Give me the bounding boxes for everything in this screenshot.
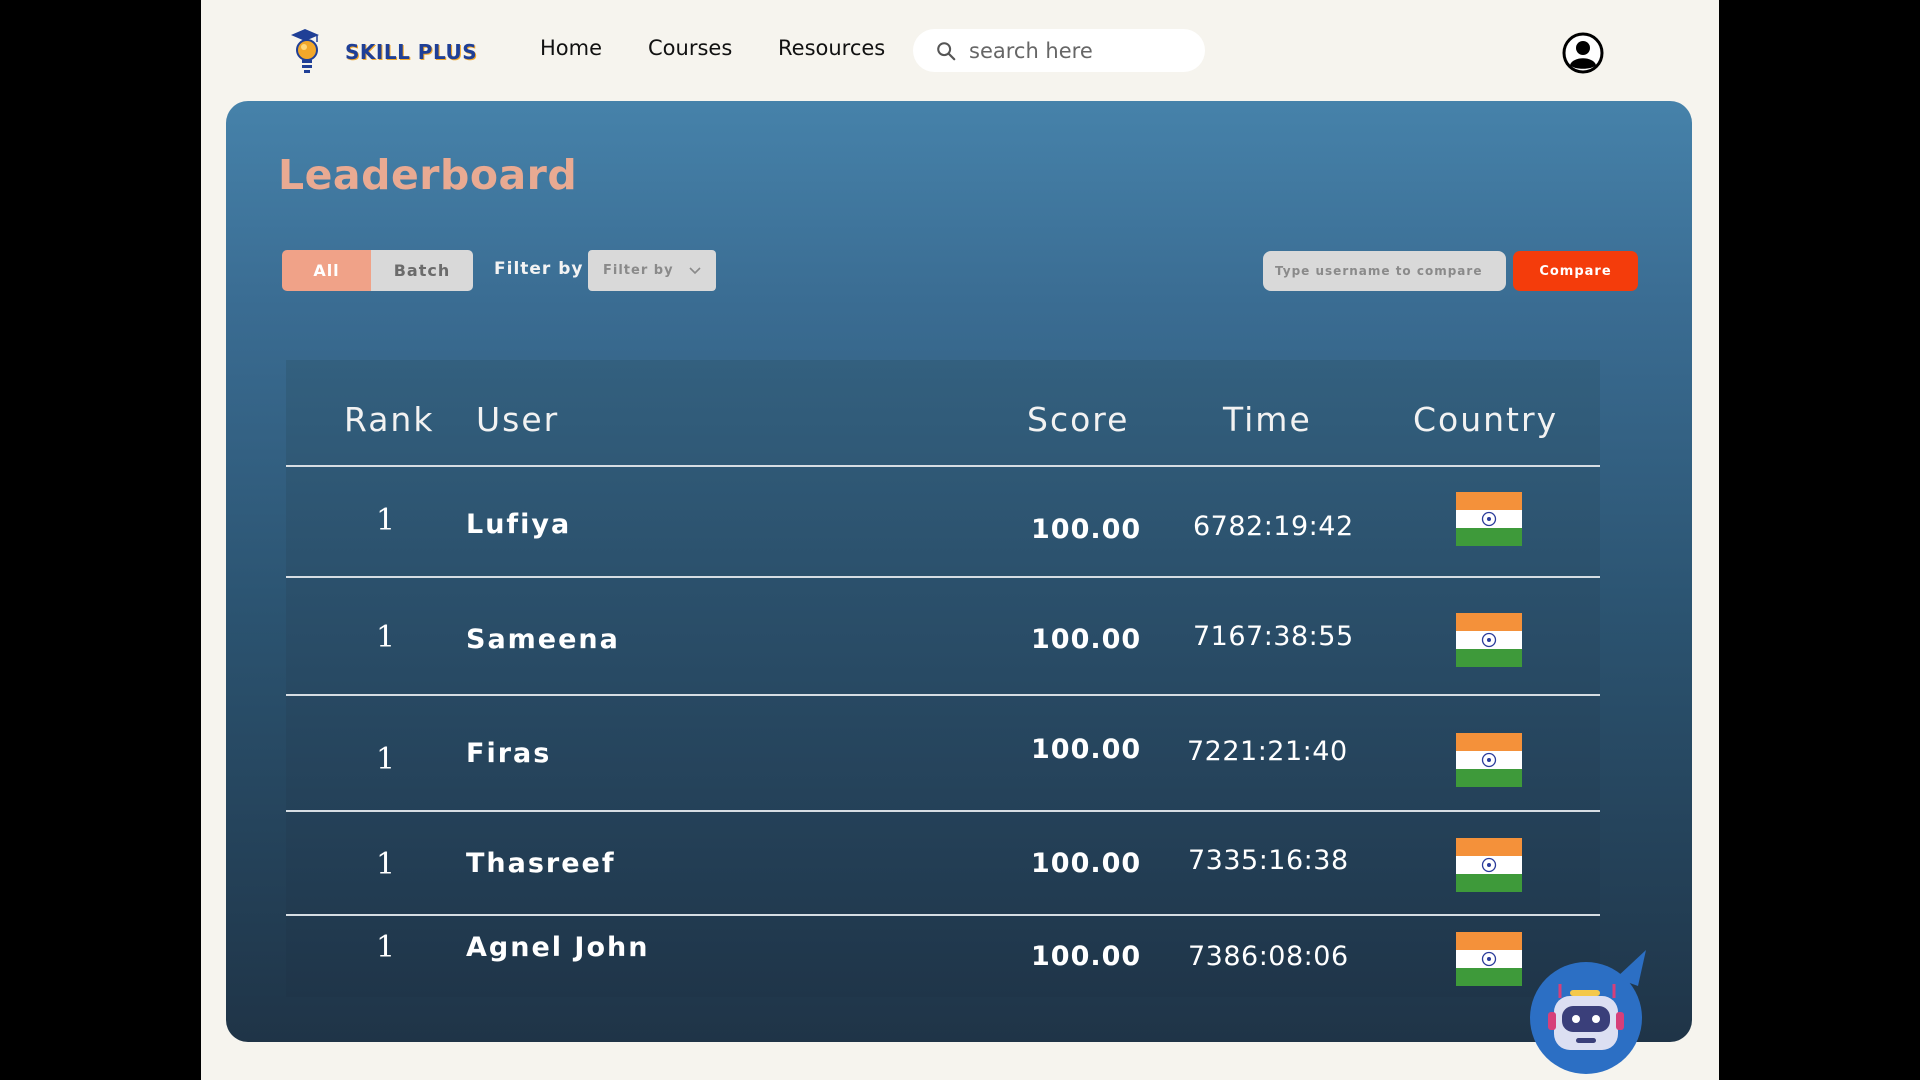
- header-rank: Rank: [344, 400, 435, 439]
- header-time: Time: [1223, 400, 1312, 439]
- table-row[interactable]: 1 Thasreef 100.00 7335:16:38: [286, 812, 1600, 916]
- filter-dropdown-value: Filter by: [603, 263, 674, 278]
- filter-dropdown[interactable]: Filter by: [588, 250, 716, 291]
- compare-username-input[interactable]: [1263, 251, 1506, 291]
- leaderboard-panel: Leaderboard All Batch Filter by Filter b…: [226, 101, 1692, 1042]
- rank-cell: 1: [376, 620, 396, 655]
- brand-logo[interactable]: SKILL PLUS: [287, 27, 477, 77]
- time-cell: 7335:16:38: [1188, 845, 1349, 876]
- india-flag-icon: [1456, 932, 1522, 986]
- score-cell: 100.00: [1031, 848, 1142, 879]
- score-cell: 100.00: [1031, 624, 1142, 655]
- user-cell: Firas: [466, 738, 552, 769]
- leaderboard-table: Rank User Score Time Country 1 Lufiya 10…: [286, 360, 1600, 997]
- india-flag-icon: [1456, 838, 1522, 892]
- user-cell: Agnel John: [466, 932, 650, 963]
- header-score: Score: [1027, 400, 1130, 439]
- score-cell: 100.00: [1031, 941, 1142, 972]
- nav-courses[interactable]: Courses: [648, 36, 732, 60]
- user-cell: Lufiya: [466, 509, 572, 540]
- compare-button[interactable]: Compare: [1513, 251, 1638, 291]
- table-row[interactable]: 1 Lufiya 100.00 6782:19:42: [286, 466, 1600, 578]
- india-flag-icon: [1456, 492, 1522, 546]
- table-row[interactable]: 1 Firas 100.00 7221:21:40: [286, 696, 1600, 812]
- score-cell: 100.00: [1031, 734, 1142, 765]
- time-cell: 7167:38:55: [1193, 621, 1354, 652]
- table-row[interactable]: 1 Agnel John 100.00 7386:08:06: [286, 916, 1600, 997]
- nav-home[interactable]: Home: [540, 36, 602, 60]
- search-bar[interactable]: [913, 29, 1205, 72]
- user-cell: Sameena: [466, 624, 620, 655]
- table-row[interactable]: 1 Sameena 100.00 7167:38:55: [286, 578, 1600, 696]
- toggle-batch-button[interactable]: Batch: [371, 250, 473, 291]
- table-header: Rank User Score Time Country: [286, 360, 1600, 467]
- time-cell: 6782:19:42: [1193, 511, 1354, 542]
- robot-chat-icon[interactable]: [1530, 950, 1646, 1076]
- rank-cell: 1: [376, 503, 396, 538]
- search-icon: [937, 41, 956, 60]
- user-cell: Thasreef: [466, 848, 616, 879]
- bulb-graduation-cap-icon: [291, 29, 319, 73]
- india-flag-icon: [1456, 613, 1522, 667]
- time-cell: 7386:08:06: [1188, 941, 1349, 972]
- scope-toggle: All Batch: [282, 250, 473, 291]
- search-input[interactable]: [967, 37, 1201, 64]
- toggle-all-button[interactable]: All: [282, 250, 371, 291]
- rank-cell: 1: [376, 930, 396, 965]
- india-flag-icon: [1456, 733, 1522, 787]
- user-circle-icon[interactable]: [1562, 32, 1604, 74]
- brand-name: SKILL PLUS: [345, 40, 478, 64]
- header-user: User: [476, 400, 560, 439]
- filter-label: Filter by: [494, 259, 584, 279]
- score-cell: 100.00: [1031, 514, 1142, 545]
- header-country: Country: [1413, 400, 1559, 439]
- page-title: Leaderboard: [278, 151, 578, 199]
- rank-cell: 1: [376, 742, 396, 777]
- nav-resources[interactable]: Resources: [778, 36, 885, 60]
- page: SKILL PLUS Home Courses Resources Leader…: [201, 0, 1719, 1080]
- rank-cell: 1: [376, 847, 396, 882]
- time-cell: 7221:21:40: [1187, 736, 1348, 767]
- chevron-down-icon: [688, 266, 701, 274]
